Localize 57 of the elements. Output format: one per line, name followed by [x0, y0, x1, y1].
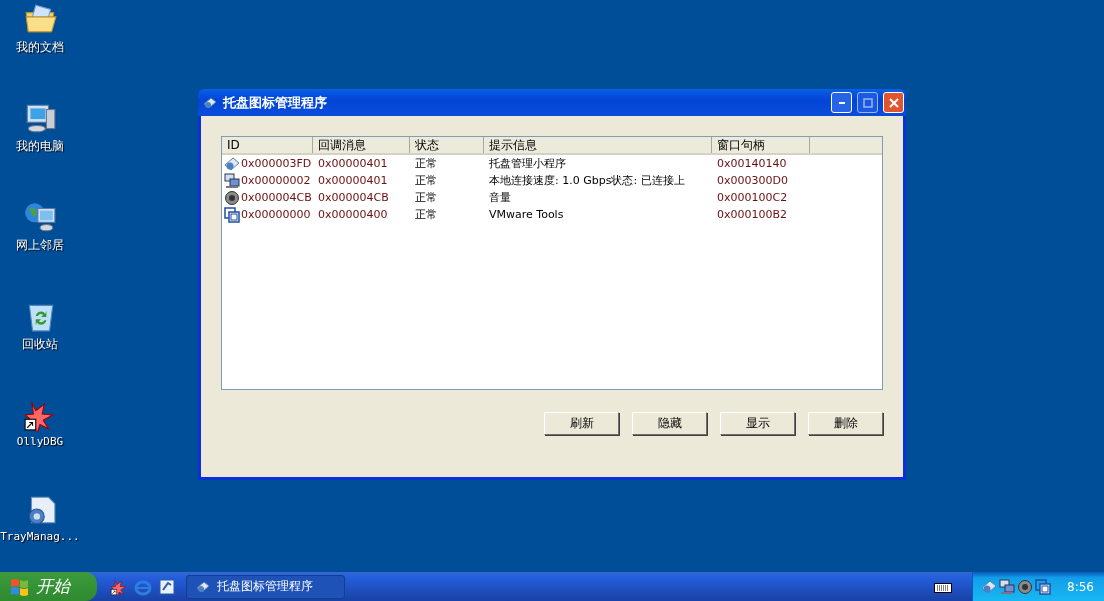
speaker-icon — [224, 189, 240, 206]
computers-icon — [224, 172, 240, 189]
action-button[interactable]: 隐藏 — [632, 412, 707, 435]
table-cell[interactable]: 正常 — [410, 156, 484, 171]
table-cell[interactable]: 0x00000401 — [313, 157, 410, 170]
column-header[interactable]: 回调消息 — [313, 137, 410, 153]
overlapping-squares-icon — [224, 206, 240, 223]
desktop-icon-label[interactable]: 我的电脑 — [16, 138, 64, 155]
table-cell[interactable]: 托盘管理小程序 — [484, 156, 712, 171]
tray-app-icon — [224, 155, 240, 172]
maximize-icon — [862, 97, 873, 108]
desktop-icon-label[interactable]: TrayManag... — [0, 530, 80, 543]
table-cell[interactable]: 0x00000400 — [313, 208, 410, 221]
keyboard-icon[interactable] — [934, 580, 952, 593]
desktop-icon-label[interactable]: 网上邻居 — [16, 237, 64, 254]
column-header[interactable]: 提示信息 — [484, 137, 712, 153]
desktop-icon-label[interactable]: 回收站 — [22, 336, 58, 353]
desktop-icon-label[interactable]: OllyDBG — [16, 435, 64, 448]
table-cell[interactable]: 音量 — [484, 190, 712, 205]
speaker-icon[interactable] — [1017, 578, 1033, 595]
desktop-icon-label[interactable]: 我的文档 — [16, 39, 64, 56]
table-cell[interactable]: 0x00000401 — [313, 174, 410, 187]
table-cell[interactable]: 0x00140140 — [712, 157, 810, 170]
table-cell[interactable]: 0x000300D0 — [712, 174, 810, 187]
table-cell[interactable]: 正常 — [410, 173, 484, 188]
table-cell[interactable]: 0x000003FD — [241, 157, 312, 170]
tray-app-icon[interactable] — [981, 578, 997, 595]
computers-icon[interactable] — [999, 578, 1015, 595]
close-button[interactable] — [883, 92, 904, 113]
column-header[interactable]: 窗口句柄 — [712, 137, 810, 153]
table-cell[interactable]: 0x00000000 — [241, 208, 311, 221]
start-button[interactable]: 开始 — [0, 572, 97, 601]
action-button[interactable]: 刷新 — [544, 412, 619, 435]
overlapping-squares-icon[interactable] — [1035, 578, 1051, 595]
minimize-button[interactable] — [831, 92, 852, 113]
minimize-icon — [838, 101, 845, 104]
table-cell[interactable]: 0x000100C2 — [712, 191, 810, 204]
close-icon — [888, 97, 899, 108]
table-cell[interactable]: 0x000004CB — [241, 191, 312, 204]
window-title: 托盘图标管理程序 — [223, 93, 328, 112]
table-cell[interactable]: 0x00000002 — [241, 174, 311, 187]
action-button[interactable]: 显示 — [720, 412, 795, 435]
maximize-button[interactable] — [857, 92, 878, 113]
table-cell[interactable]: 0x000100B2 — [712, 208, 810, 221]
table-cell[interactable]: VMware Tools — [484, 208, 712, 221]
column-header[interactable]: ID — [222, 137, 313, 153]
splat-icon[interactable] — [110, 577, 128, 596]
clock: 8:56 — [1067, 579, 1094, 594]
windows-logo-icon — [10, 577, 30, 596]
table-cell[interactable]: 0x000004CB — [313, 191, 410, 204]
table-cell[interactable]: 本地连接速度: 1.0 Gbps状态: 已连接上 — [484, 173, 712, 188]
network-computer-icon[interactable] — [23, 200, 57, 234]
table-cell[interactable]: 正常 — [410, 190, 484, 205]
taskbar-window-button[interactable]: 托盘图标管理程序 — [186, 574, 345, 599]
table-cell[interactable]: 正常 — [410, 207, 484, 222]
column-header[interactable]: 状态 — [410, 137, 484, 153]
action-button[interactable]: 删除 — [808, 412, 883, 435]
